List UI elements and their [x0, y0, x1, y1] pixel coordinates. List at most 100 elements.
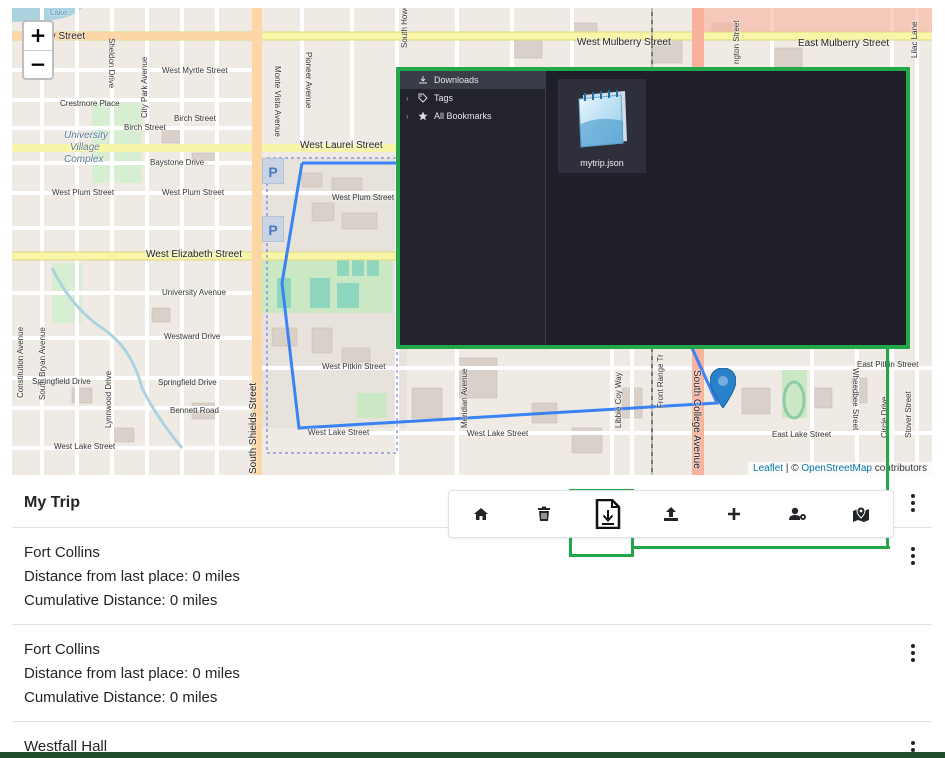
zoom-in-button[interactable]: + [24, 22, 52, 50]
map-label: Crestmore Place [60, 99, 120, 108]
map-label: South College Avenue [691, 370, 702, 469]
map-label: West Plum Street [162, 188, 225, 197]
map-label: Birch Street [124, 123, 166, 132]
map-label: South Shields Street [248, 382, 259, 474]
download-icon [416, 75, 430, 85]
attribution-suffix: contributors [871, 463, 927, 474]
file-name: mytrip.json [580, 158, 624, 168]
zoom-out-button[interactable]: − [24, 50, 52, 78]
map-attribution: Leaflet | © OpenStreetMap contributors [748, 462, 932, 475]
map-label: South Bryan Avenue [38, 327, 47, 400]
map-label: West Elizabeth Street [146, 249, 242, 260]
map-marker-icon[interactable] [710, 368, 736, 408]
file-download-icon [595, 499, 620, 529]
list-item: Fort Collins Distance from last place: 0… [12, 626, 932, 722]
zoom-control: + − [22, 20, 54, 80]
place-distance-last: Distance from last place: 0 miles [24, 568, 240, 585]
map-label: Wheedbee Street [851, 368, 860, 431]
map-label: West Plum Street [52, 188, 115, 197]
place-distance-last: Distance from last place: 0 miles [24, 665, 240, 682]
map-label: Lake [50, 8, 68, 17]
map-label: South Howes Street [400, 8, 409, 48]
map-label: Monte Vista Avenue [273, 66, 282, 137]
osm-link[interactable]: OpenStreetMap [801, 463, 872, 474]
add-place-button[interactable] [714, 494, 754, 534]
map-label: Bennett Road [170, 406, 219, 415]
home-icon [473, 508, 488, 520]
place-name: Fort Collins [24, 544, 100, 561]
map-label: Constitution Avenue [16, 326, 25, 398]
trash-icon [538, 506, 551, 521]
map-label: West Laurel Street [300, 140, 383, 151]
trip-header: My Trip [12, 478, 932, 538]
sidebar-item-label: Downloads [434, 75, 479, 85]
file-browser-overlay: Downloads › Tags › All Bookmarks mytrip.… [396, 67, 910, 349]
map-label: Meridian Avenue [460, 368, 469, 428]
map-label: Pioneer Avenue [304, 52, 313, 109]
trip-menu-button[interactable] [908, 494, 918, 512]
trip-planner-page: Lake rry Street West Mulberry Street Eas… [0, 0, 945, 758]
place-name: Westfall Hall [24, 738, 108, 752]
file-item[interactable]: mytrip.json [558, 79, 646, 173]
save-trip-file-button[interactable] [588, 494, 628, 534]
map-view-button[interactable] [841, 494, 881, 534]
sidebar-item-tags[interactable]: › Tags [400, 89, 545, 107]
map-label: Front Range Tr [656, 354, 665, 408]
file-browser-sidebar: Downloads › Tags › All Bookmarks [400, 71, 546, 345]
map-label: Stover Street [904, 391, 913, 438]
map-label: University Avenue [162, 288, 226, 297]
tag-icon [416, 93, 430, 103]
map-label: East Mulberry Street [798, 38, 890, 49]
map-label: Lilac Lane [910, 21, 919, 58]
map-label: West Lake Street [467, 429, 529, 438]
map-label: Westward Drive [164, 332, 221, 341]
notepad-file-icon [578, 90, 627, 148]
map-label: West Mulberry Street [577, 37, 671, 48]
parking-icon: P [262, 158, 284, 184]
map-label: Springfield Drive [158, 378, 217, 387]
plus-icon [728, 508, 741, 520]
chevron-right-icon[interactable]: › [406, 94, 416, 103]
list-item: Fort Collins Distance from last place: 0… [12, 529, 932, 625]
user-settings-button[interactable] [778, 494, 818, 534]
leaflet-link[interactable]: Leaflet [753, 463, 783, 474]
home-button[interactable] [461, 494, 501, 534]
map-label: West Pitkin Street [322, 362, 386, 371]
footer-bar [0, 752, 945, 758]
parking-icon: P [262, 216, 284, 242]
sidebar-item-downloads[interactable]: Downloads [400, 71, 545, 89]
map-label: University [64, 130, 108, 141]
chevron-right-icon[interactable]: › [406, 112, 416, 121]
map-label: Complex [64, 154, 104, 165]
attribution-separator: | © [783, 463, 802, 474]
star-icon [416, 111, 430, 121]
place-menu-button[interactable] [908, 547, 918, 565]
map-label: West Myrtle Street [162, 66, 228, 75]
map-label: West Lake Street [54, 442, 116, 451]
map-label: Birch Street [174, 114, 216, 123]
place-cumulative: Cumulative Distance: 0 miles [24, 689, 218, 706]
place-menu-button[interactable] [908, 741, 918, 752]
place-cumulative: Cumulative Distance: 0 miles [24, 592, 218, 609]
delete-trip-button[interactable] [524, 494, 564, 534]
map-label: West Lake Street [308, 428, 370, 437]
place-menu-button[interactable] [908, 644, 918, 662]
map-label: Baystone Drive [150, 158, 205, 167]
map-label: West Plum Street [332, 193, 395, 202]
sidebar-item-label: All Bookmarks [434, 111, 492, 121]
sidebar-item-all-bookmarks[interactable]: › All Bookmarks [400, 107, 545, 125]
map-label: Sheldon Drive [107, 38, 116, 89]
map-label: City Park Avenue [140, 56, 149, 118]
map-label: Lynnwood Drive [104, 370, 113, 428]
place-name: Fort Collins [24, 641, 100, 658]
sidebar-item-label: Tags [434, 93, 454, 103]
trip-title: My Trip [24, 494, 81, 511]
upload-trip-button[interactable] [651, 494, 691, 534]
map-label: Libbie Coy Way [614, 372, 623, 428]
map-marker-icon [853, 506, 870, 522]
upload-icon [663, 507, 678, 521]
map-label: East Lake Street [772, 430, 832, 439]
list-item: Westfall Hall [12, 723, 932, 752]
map-label: ngton Street [732, 20, 741, 64]
map-label: Village [70, 142, 100, 153]
